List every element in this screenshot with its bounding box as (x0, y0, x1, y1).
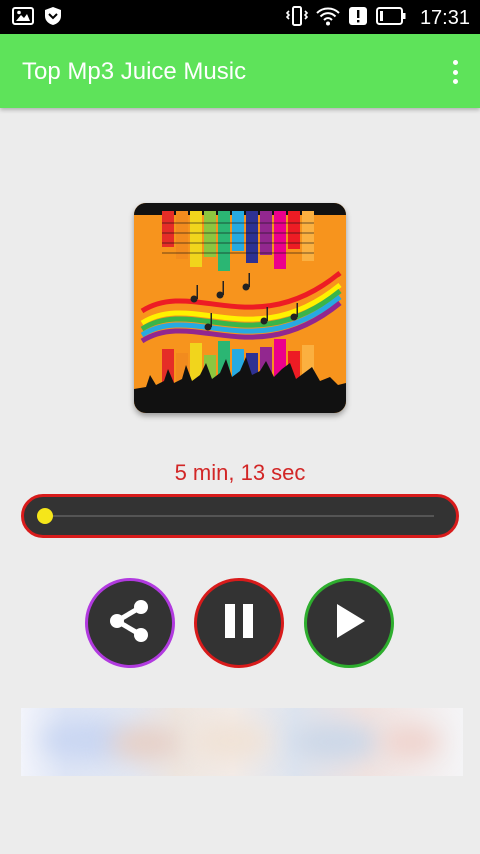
pause-icon (219, 601, 259, 646)
vibrate-icon (285, 4, 309, 33)
album-artwork (134, 203, 346, 413)
image-icon (12, 6, 34, 31)
status-left-icons (12, 6, 62, 31)
status-time: 17:31 (419, 7, 470, 29)
duration-label: 5 min, 13 sec (174, 460, 306, 485)
app-title: Top Mp3 Juice Music (22, 58, 247, 85)
alert-icon (348, 6, 368, 31)
ad-banner[interactable] (21, 708, 463, 776)
play-button[interactable] (304, 578, 394, 668)
more-vert-icon[interactable] (450, 60, 460, 84)
share-icon (103, 594, 157, 653)
share-button[interactable] (85, 578, 175, 668)
status-right-icons: 17:31 (285, 4, 470, 33)
battery-icon (375, 7, 406, 30)
seek-thumb[interactable] (37, 508, 53, 524)
shield-icon (44, 6, 62, 31)
status-bar: 17:31 (0, 0, 480, 34)
seek-track (46, 515, 434, 517)
pause-button[interactable] (194, 578, 284, 668)
wifi-icon (316, 5, 340, 32)
app-bar: Top Mp3 Juice Music (0, 34, 480, 108)
seek-bar[interactable] (21, 494, 459, 538)
play-icon (329, 601, 369, 646)
